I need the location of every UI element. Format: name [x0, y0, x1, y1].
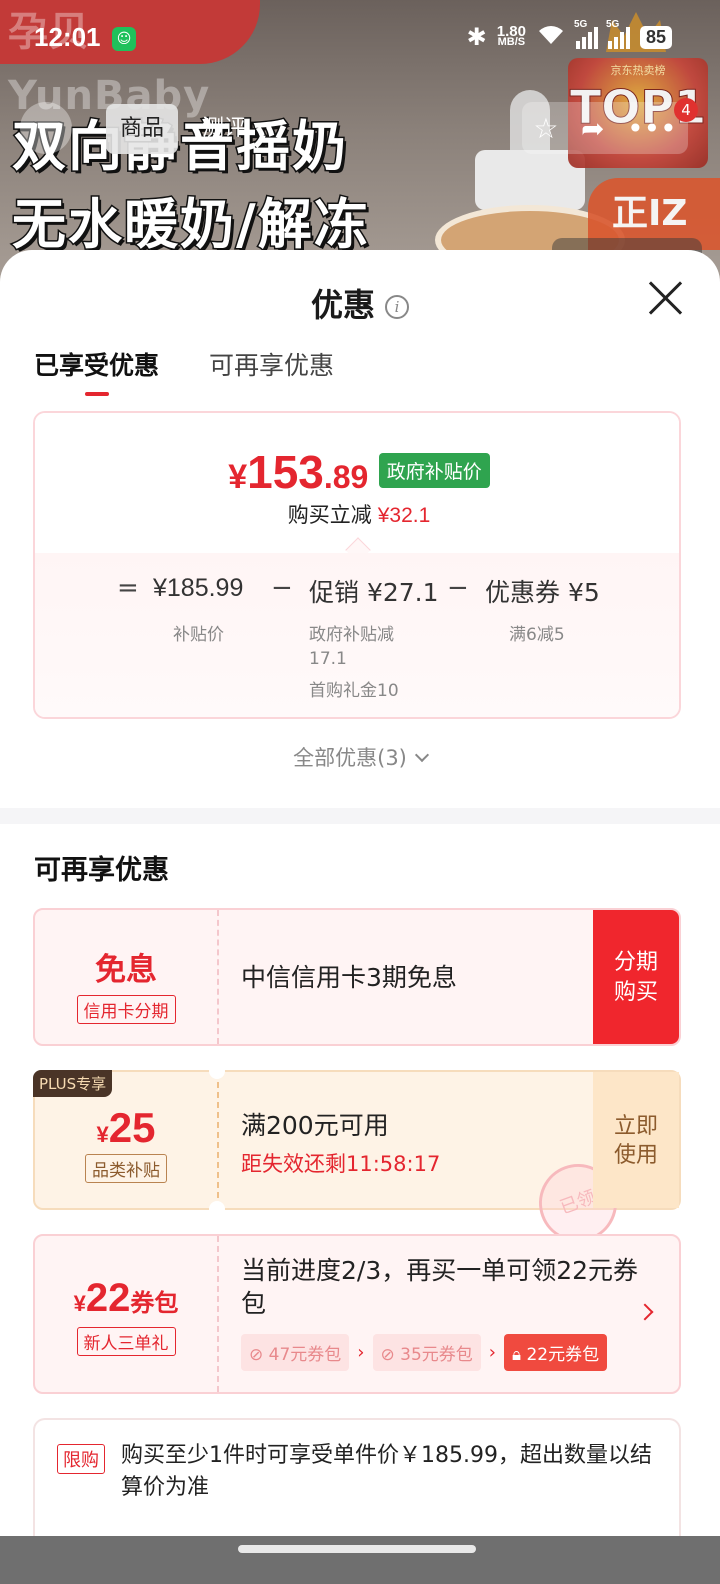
coupon-amount: ¥25 [96, 1104, 156, 1151]
final-price: ¥153.89 政府补贴价 [35, 445, 679, 499]
progress-steps: ⊘ 47元券包 › ⊘ 35元券包 › 🔒︎ 22元券包 [241, 1334, 608, 1371]
arrow-icon: › [488, 1342, 496, 1363]
close-button[interactable] [648, 280, 684, 316]
promo-sub-3: 首购礼金10 [309, 681, 399, 701]
more-icon[interactable]: ••• [627, 112, 677, 145]
sheet-title: 优惠 i [0, 280, 720, 326]
star-icon[interactable]: ☆ [533, 112, 558, 145]
coupon-amount: ¥22券包 [73, 1276, 179, 1320]
coupon-tag: 信用卡分期 [76, 995, 176, 1024]
step-1: ⊘ 47元券包 [241, 1334, 350, 1371]
coupon-progress-desc: 当前进度2/3，再买一单可领22元券包 [241, 1256, 639, 1318]
tab-product[interactable]: 商品 [106, 104, 179, 154]
offer-tabs: 已享受优惠 可再享优惠 [34, 346, 334, 396]
status-bar: 12:01 ☺ ✱ 1.80 MB/S 5G 5G 85 [0, 0, 720, 80]
purchase-limit-notice: 限购 购买至少1件时可享受单件价￥185.99，超出数量以结算价为准 [33, 1418, 681, 1548]
network-speed: 1.80 MB/S [496, 23, 526, 48]
clock: 12:01 [34, 22, 101, 52]
coupon-desc: 中信信用卡3期免息 [241, 963, 457, 992]
home-gesture-handle[interactable] [238, 1545, 476, 1553]
all-offers-toggle[interactable]: 全部优惠(3) [0, 742, 720, 772]
battery-indicator: 85 [639, 25, 672, 49]
step-2: ⊘ 35元券包 [372, 1334, 481, 1371]
headline-line-2: 无水暖奶/解冻 [11, 192, 370, 258]
promo-sub-1: 政府补贴减 [309, 625, 394, 645]
chevron-down-icon [414, 747, 429, 763]
product-nav-tabs: 商品 测评 [106, 104, 260, 154]
enjoyed-offer-card: ¥153.89 政府补贴价 购买立减 ¥32.1 = ¥185.99 补贴价 − … [33, 411, 681, 719]
coupon-countdown: 距失效还剩11:58:17 [241, 1152, 441, 1176]
app-notification-icon: ☺ [112, 27, 136, 51]
base-price-value: ¥185.99 [153, 574, 244, 602]
tab-enjoyed-offers[interactable]: 已享受优惠 [34, 346, 159, 396]
signal-icon-2: 5G [606, 19, 630, 49]
price-breakdown: = ¥185.99 补贴价 − 促销 ¥27.1 政府补贴减 17.1 首购礼金… [35, 553, 679, 717]
bluetooth-icon: ✱ [466, 23, 487, 51]
coupon-sub: 满6减5 [509, 625, 565, 645]
system-nav-bar [0, 1536, 720, 1584]
use-now-button[interactable]: 立即 使用 [593, 1072, 679, 1208]
section-title: 可再享优惠 [34, 855, 169, 886]
lock-icon: 🔒︎ [512, 1345, 522, 1365]
coupon-condition: 满200元可用 [241, 1111, 389, 1140]
instant-reduction: 购买立减 ¥32.1 [287, 503, 431, 527]
tab-more-offers[interactable]: 可再享优惠 [209, 346, 334, 396]
info-icon[interactable]: i [385, 295, 409, 319]
share-icon[interactable]: ➦ [581, 112, 604, 145]
plus-coupon: PLUS专享 ¥25 品类补贴 满200元可用 距失效还剩11:58:17 已领… [33, 1063, 681, 1253]
notification-badge: 4 [674, 98, 698, 122]
back-icon[interactable] [20, 102, 72, 154]
base-price-label: 补贴价 [173, 625, 224, 645]
section-divider [0, 808, 720, 824]
promo-value: 促销 ¥27.1 [309, 578, 439, 607]
step-3: 🔒︎ 22元券包 [504, 1334, 608, 1371]
coupon-tag: 新人三单礼 [76, 1327, 176, 1356]
wifi-icon [536, 22, 566, 52]
interest-free-coupon: 免息 信用卡分期 中信信用卡3期免息 分期 购买 [33, 908, 681, 1046]
coupon-tag: 品类补贴 [85, 1154, 167, 1183]
coupon-headline: 免息 [95, 952, 157, 988]
limit-text: 购买至少1件时可享受单件价￥185.99，超出数量以结算价为准 [121, 1443, 652, 1500]
offers-sheet: 优惠 i 已享受优惠 可再享优惠 ¥153.89 政府补贴价 购买立减 ¥32.1 … [0, 250, 720, 1584]
installment-buy-button[interactable]: 分期 购买 [593, 910, 679, 1044]
signal-icon: 5G [574, 19, 598, 49]
new-user-coupon-pack[interactable]: ¥22券包 新人三单礼 当前进度2/3，再买一单可领22元券包 ⊘ 47元券包 … [33, 1234, 681, 1394]
nav-action-group: ☆ ➦ ••• [522, 102, 688, 154]
limit-tag: 限购 [57, 1444, 105, 1474]
tab-review[interactable]: 测评 [188, 104, 260, 154]
promo-sub-2: 17.1 [309, 649, 347, 669]
arrow-icon: › [357, 1342, 365, 1363]
gov-subsidy-badge: 政府补贴价 [378, 453, 490, 488]
coupon-value: 优惠券 ¥5 [485, 578, 600, 607]
